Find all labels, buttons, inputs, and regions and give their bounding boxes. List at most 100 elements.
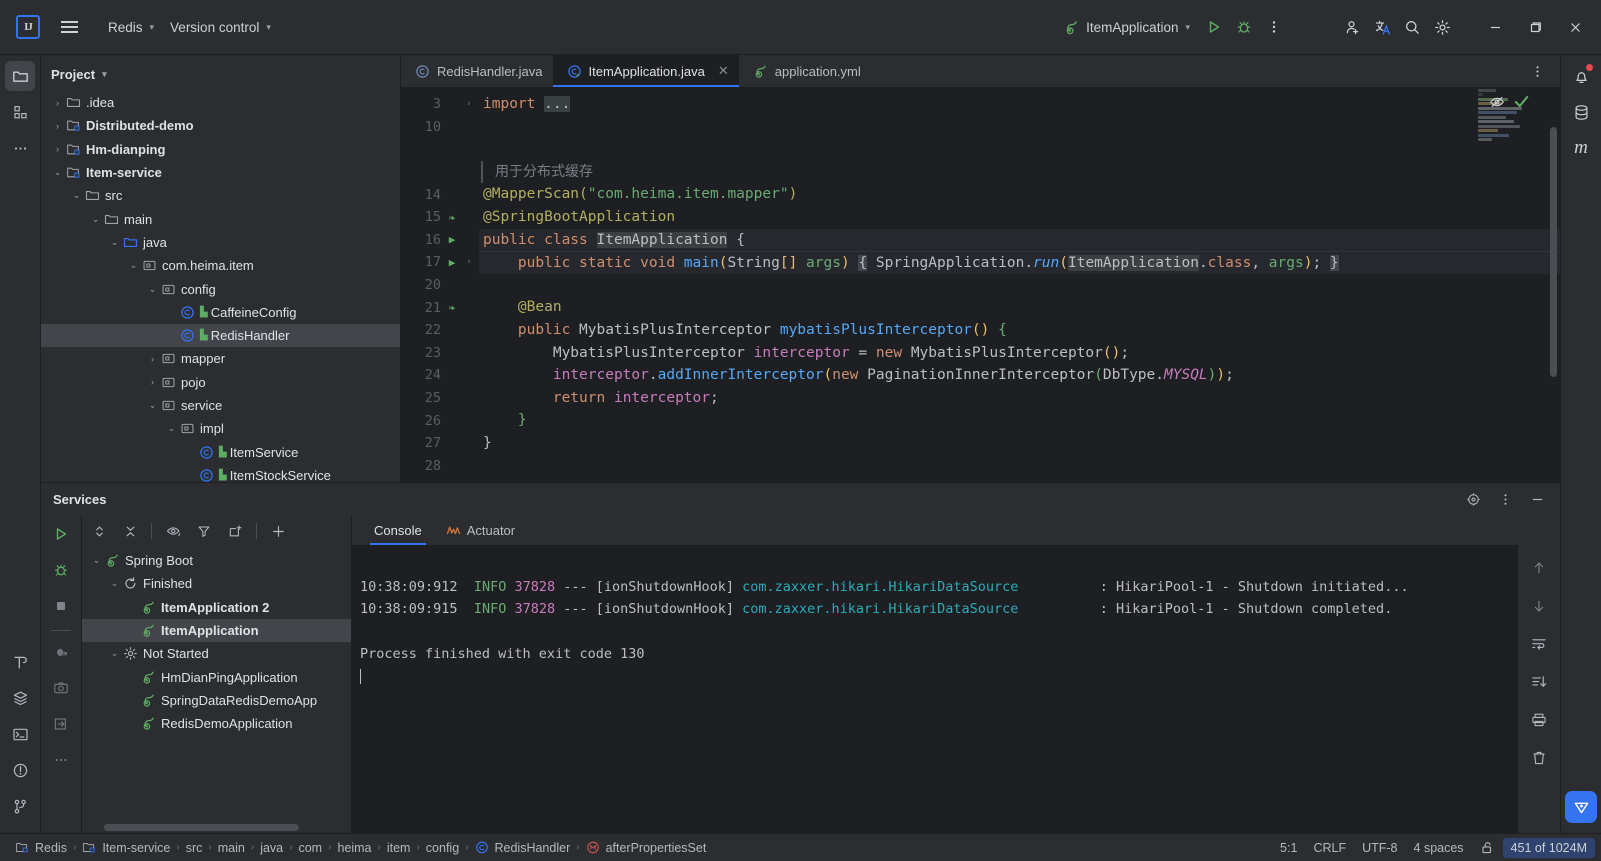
ai-assistant-button[interactable] [1565, 791, 1597, 823]
console-tab[interactable]: Actuator [434, 515, 527, 545]
editor-scrollbar-thumb[interactable] [1550, 127, 1557, 377]
project-tree-item[interactable]: › .idea [41, 91, 400, 114]
spring-bean-gutter-icon[interactable]: ❧ [445, 301, 459, 314]
breadcrumb-item[interactable]: java [255, 839, 288, 857]
chevron-right-icon[interactable]: › [51, 144, 64, 154]
project-tree-item[interactable]: › Hm-dianping [41, 138, 400, 161]
services-tree-item[interactable]: · HmDianPingApplication [82, 665, 351, 688]
clear-all-button[interactable] [1524, 743, 1554, 773]
services-tree-item[interactable]: ⌄ Not Started [82, 642, 351, 665]
breadcrumb-item[interactable]: Item-service [77, 838, 175, 857]
services-tree-item[interactable]: ⌄ Finished [82, 572, 351, 595]
services-filter-icon[interactable] [189, 516, 219, 546]
spring-bean-gutter-icon[interactable]: ❧ [445, 211, 459, 224]
chevron-right-icon[interactable]: › [146, 377, 159, 387]
project-tree-item[interactable]: · ▙ItemService [41, 440, 400, 463]
camera-icon[interactable] [46, 673, 76, 703]
project-tree[interactable]: › .idea › Distributed-demo › Hm-dianping ⌄ Item… [41, 89, 400, 482]
services-tree-item[interactable]: · ItemApplication 2 [82, 596, 351, 619]
project-tree-item[interactable]: › pojo [41, 371, 400, 394]
run-configuration-selector[interactable]: ItemApplication ▾ [1055, 16, 1199, 39]
gutter-line[interactable]: 24 [401, 364, 479, 387]
gutter-line[interactable]: 10 [401, 116, 479, 139]
gutter-line[interactable]: 20 [401, 274, 479, 297]
breadcrumb-item[interactable]: com [293, 839, 327, 857]
database-button[interactable] [1566, 97, 1596, 127]
gutter-line[interactable]: 22 [401, 319, 479, 342]
check-icon[interactable] [1513, 93, 1530, 110]
project-tree-item[interactable]: › Distributed-demo [41, 114, 400, 137]
breadcrumb-item[interactable]: Redis [10, 838, 72, 857]
minimize-window-button[interactable] [1475, 10, 1515, 44]
chevron-down-icon[interactable]: ⌄ [90, 555, 103, 566]
soft-wrap-button[interactable] [1524, 629, 1554, 659]
services-tree-item[interactable]: · ItemApplication [82, 618, 351, 643]
chevron-down-icon[interactable]: ▾ [102, 69, 107, 80]
gutter-line[interactable]: 3 › [401, 93, 479, 116]
project-tree-item[interactable]: ⌄ config [41, 277, 400, 300]
services-tree-hscrollbar-thumb[interactable] [104, 824, 299, 831]
editor-scrollbar[interactable] [1547, 87, 1560, 482]
version-control-widget[interactable]: Version control ▾ [162, 16, 279, 39]
services-tree-hscrollbar[interactable] [82, 821, 351, 833]
project-tree-item[interactable]: ⌄ service [41, 394, 400, 417]
editor-code[interactable]: import ... 用于分布式缓存 @MapperScan("com.heim… [479, 87, 1560, 482]
editor-tab[interactable]: ItemApplication.java ✕ [552, 55, 740, 87]
project-tree-item[interactable]: › mapper [41, 347, 400, 370]
project-tree-item[interactable]: · ▙CaffeineConfig [41, 301, 400, 324]
services-options-icon[interactable] [1490, 484, 1520, 514]
chevron-down-icon[interactable]: ⌄ [70, 190, 83, 201]
main-menu-icon[interactable] [56, 14, 82, 40]
sidebar-item-terminal[interactable] [5, 719, 35, 749]
editor-gutter[interactable]: 3 › 10 14 15 ❧ 16 ▶ 17 ▶ › 20 21 ❧ 22 23 24 25 26 27 28 [401, 87, 479, 482]
project-tree-item[interactable]: ⌄ main [41, 207, 400, 230]
gutter-line[interactable]: 21 ❧ [401, 296, 479, 319]
editor-tab[interactable]: RedisHandler.java [401, 55, 553, 87]
debug-button[interactable] [1229, 12, 1259, 42]
services-tree[interactable]: ⌄Spring Boot⌄Finished·ItemApplication 2·… [82, 547, 351, 821]
chevron-right-icon[interactable]: › [146, 354, 159, 364]
chevron-right-icon[interactable]: › [51, 121, 64, 131]
scroll-up-button[interactable] [1524, 553, 1554, 583]
services-collapse-all-button[interactable] [115, 516, 145, 546]
print-button[interactable] [1524, 705, 1554, 735]
maven-button[interactable]: m [1566, 133, 1596, 163]
chevron-down-icon[interactable]: ⌄ [89, 214, 102, 225]
chevron-down-icon[interactable]: ⌄ [108, 648, 121, 659]
sidebar-item-project[interactable] [5, 61, 35, 91]
sidebar-item-structure[interactable] [5, 97, 35, 127]
services-add-icon[interactable] [263, 516, 293, 546]
console-tab[interactable]: Console [362, 515, 434, 545]
project-tree-item[interactable]: ⌄ java [41, 231, 400, 254]
gutter-line[interactable]: 25 [401, 387, 479, 410]
encoding[interactable]: UTF-8 [1354, 838, 1405, 858]
rerun-button[interactable] [46, 519, 76, 549]
line-separator[interactable]: CRLF [1305, 838, 1354, 858]
chevron-down-icon[interactable]: ⌄ [127, 260, 140, 271]
gutter-line[interactable]: 28 [401, 455, 479, 478]
scroll-to-end-button[interactable] [1524, 667, 1554, 697]
search-icon[interactable] [1397, 12, 1427, 42]
intellij-logo-icon[interactable]: IJ [16, 15, 40, 39]
gutter-line[interactable]: 16 ▶ [401, 229, 479, 252]
console-output[interactable]: 10:38:09:912 INFO 37828 --- [ionShutdown… [352, 545, 1518, 833]
notifications-button[interactable] [1566, 61, 1596, 91]
add-user-icon[interactable] [1337, 12, 1367, 42]
services-eye-icon[interactable] [158, 516, 188, 546]
chevron-down-icon[interactable]: ⌄ [51, 167, 64, 178]
chevron-down-icon[interactable]: ⌄ [108, 578, 121, 589]
gutter-line[interactable]: 15 ❧ [401, 206, 479, 229]
breadcrumb-item[interactable]: RedisHandler [470, 838, 576, 857]
project-selector[interactable]: Redis ▾ [100, 16, 162, 39]
editor-more-icon[interactable] [1522, 56, 1552, 86]
close-tab-icon[interactable]: ✕ [718, 63, 729, 79]
attach-debugger-button[interactable] [46, 637, 76, 667]
project-tree-item[interactable]: ⌄ Item-service [41, 161, 400, 184]
chevron-down-icon[interactable]: ⌄ [146, 400, 159, 411]
editor-tab[interactable]: application.yml [739, 55, 871, 87]
maximize-window-button[interactable] [1515, 10, 1555, 44]
services-expand-collapse-button[interactable] [84, 516, 114, 546]
editor-inspection-widget[interactable] [1489, 93, 1530, 110]
sidebar-item-more[interactable] [5, 133, 35, 163]
services-open-tab-icon[interactable] [220, 516, 250, 546]
